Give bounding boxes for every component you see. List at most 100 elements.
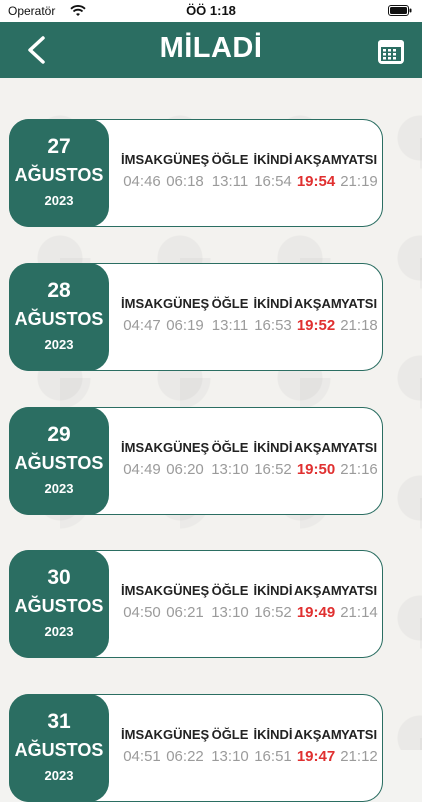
prayer-label: YATSI [340,440,378,455]
prayer-time-column: ÖĞLE 13:10 [208,440,252,478]
prayer-times-row: İMSAK 04:50 GÜNEŞ 06:21 ÖĞLE 13:10 İKİNDİ 16:52… [120,583,380,633]
status-time: ÖÖ 1:18 [186,3,236,18]
prayer-time-value: 13:11 [211,317,249,334]
date-month: AĞUSTOS [14,165,104,185]
prayer-label: GÜNEŞ [163,440,210,455]
prayer-label: ÖĞLE [211,440,249,455]
prayer-time-value: 06:22 [166,748,204,765]
prayer-time-value: 06:18 [166,173,204,190]
prayer-label: AKŞAM [294,583,342,598]
battery-icon [388,5,412,16]
calendar-button[interactable] [374,34,408,68]
prayer-time-column: İKİNDİ 16:51 [251,727,295,765]
prayer-time-value: 19:50 [296,461,336,478]
prayer-label: İKİNDİ [253,296,293,311]
prayer-time-column: AKŞAM 19:54 [294,152,342,190]
prayer-time-value: 06:20 [166,461,204,478]
prayer-time-column: YATSI 21:19 [337,152,381,190]
prayer-time-value: 16:54 [254,173,292,190]
prayer-time-column: AKŞAM 19:47 [294,727,342,765]
prayer-time-value: 04:49 [123,461,161,478]
prayer-times-row: İMSAK 04:49 GÜNEŞ 06:20 ÖĞLE 13:10 İKİNDİ 16:52… [120,440,380,490]
prayer-time-value: 16:52 [254,604,292,621]
prayer-label: AKŞAM [294,296,342,311]
date-year: 2023 [44,337,74,352]
date-year: 2023 [44,481,74,496]
day-card[interactable]: 28 AĞUSTOS 2023 İMSAK 04:47 GÜNEŞ 06:19 ÖĞLE 13:… [9,263,383,371]
prayer-label: İMSAK [121,727,163,742]
prayer-time-value: 21:19 [340,173,378,190]
prayer-time-column: ÖĞLE 13:11 [208,152,252,190]
prayer-label: ÖĞLE [211,727,249,742]
date-month: AĞUSTOS [14,309,104,329]
prayer-time-column: GÜNEŞ 06:21 [163,583,210,621]
prayer-time-column: ÖĞLE 13:10 [208,727,252,765]
day-card[interactable]: 31 AĞUSTOS 2023 İMSAK 04:51 GÜNEŞ 06:22 ÖĞLE 13:… [9,694,383,802]
prayer-time-value: 04:51 [123,748,161,765]
prayer-time-value: 21:16 [340,461,378,478]
prayer-time-column: GÜNEŞ 06:18 [163,152,210,190]
date-month: AĞUSTOS [14,596,104,616]
prayer-label: AKŞAM [294,727,342,742]
prayer-time-value: 06:21 [166,604,204,621]
prayer-label: YATSI [340,296,378,311]
prayer-time-value: 13:10 [211,748,249,765]
date-badge: 29 AĞUSTOS 2023 [9,407,109,515]
prayer-time-value: 13:11 [211,173,249,190]
date-month: AĞUSTOS [14,453,104,473]
prayer-label: ÖĞLE [211,152,249,167]
prayer-label: GÜNEŞ [163,152,210,167]
prayer-time-column: GÜNEŞ 06:22 [163,727,210,765]
prayer-label: AKŞAM [294,152,342,167]
prayer-time-value: 21:14 [340,604,378,621]
day-card[interactable]: 29 AĞUSTOS 2023 İMSAK 04:49 GÜNEŞ 06:20 ÖĞLE 13:… [9,407,383,515]
prayer-time-column: AKŞAM 19:52 [294,296,342,334]
prayer-time-value: 04:46 [123,173,161,190]
date-badge: 27 AĞUSTOS 2023 [9,119,109,227]
day-card[interactable]: 27 AĞUSTOS 2023 İMSAK 04:46 GÜNEŞ 06:18 ÖĞLE 13:… [9,119,383,227]
prayer-time-column: ÖĞLE 13:10 [208,583,252,621]
prayer-time-column: AKŞAM 19:49 [294,583,342,621]
prayer-time-column: İKİNDİ 16:52 [251,583,295,621]
date-day: 27 [47,135,71,158]
prayer-label: İMSAK [121,440,163,455]
date-badge: 28 AĞUSTOS 2023 [9,263,109,371]
prayer-time-column: İMSAK 04:50 [120,583,164,621]
prayer-label: AKŞAM [294,440,342,455]
date-year: 2023 [44,768,74,783]
date-month: AĞUSTOS [14,740,104,760]
date-badge: 31 AĞUSTOS 2023 [9,694,109,802]
prayer-time-column: İKİNDİ 16:54 [251,152,295,190]
prayer-time-column: İKİNDİ 16:53 [251,296,295,334]
prayer-time-value: 19:54 [296,173,336,190]
prayer-label: İKİNDİ [253,727,293,742]
prayer-time-column: İMSAK 04:49 [120,440,164,478]
prayer-label: YATSI [340,152,378,167]
date-day: 30 [47,566,71,589]
date-year: 2023 [44,624,74,639]
prayer-time-value: 16:51 [254,748,292,765]
prayer-time-column: YATSI 21:18 [337,296,381,334]
calendar-icon [378,40,404,64]
prayer-label: GÜNEŞ [163,727,210,742]
prayer-label: İMSAK [121,583,163,598]
prayer-time-column: İMSAK 04:47 [120,296,164,334]
prayer-times-list[interactable]: 27 AĞUSTOS 2023 İMSAK 04:46 GÜNEŞ 06:18 ÖĞLE 13:… [0,78,422,802]
prayer-label: İKİNDİ [253,152,293,167]
date-year: 2023 [44,193,74,208]
prayer-time-column: İMSAK 04:51 [120,727,164,765]
prayer-time-column: YATSI 21:12 [337,727,381,765]
prayer-label: İKİNDİ [253,440,293,455]
date-day: 31 [47,710,71,733]
prayer-label: ÖĞLE [211,296,249,311]
prayer-time-value: 19:52 [296,317,336,334]
nav-bar: MİLADİ [0,22,422,78]
status-bar: Operatör ÖÖ 1:18 [0,0,422,22]
day-card[interactable]: 30 AĞUSTOS 2023 İMSAK 04:50 GÜNEŞ 06:21 ÖĞLE 13:… [9,550,383,658]
prayer-label: GÜNEŞ [163,583,210,598]
date-day: 29 [47,423,71,446]
page-title: MİLADİ [159,32,263,64]
prayer-time-value: 21:12 [340,748,378,765]
prayer-time-value: 13:10 [211,461,249,478]
prayer-time-column: GÜNEŞ 06:19 [163,296,209,334]
